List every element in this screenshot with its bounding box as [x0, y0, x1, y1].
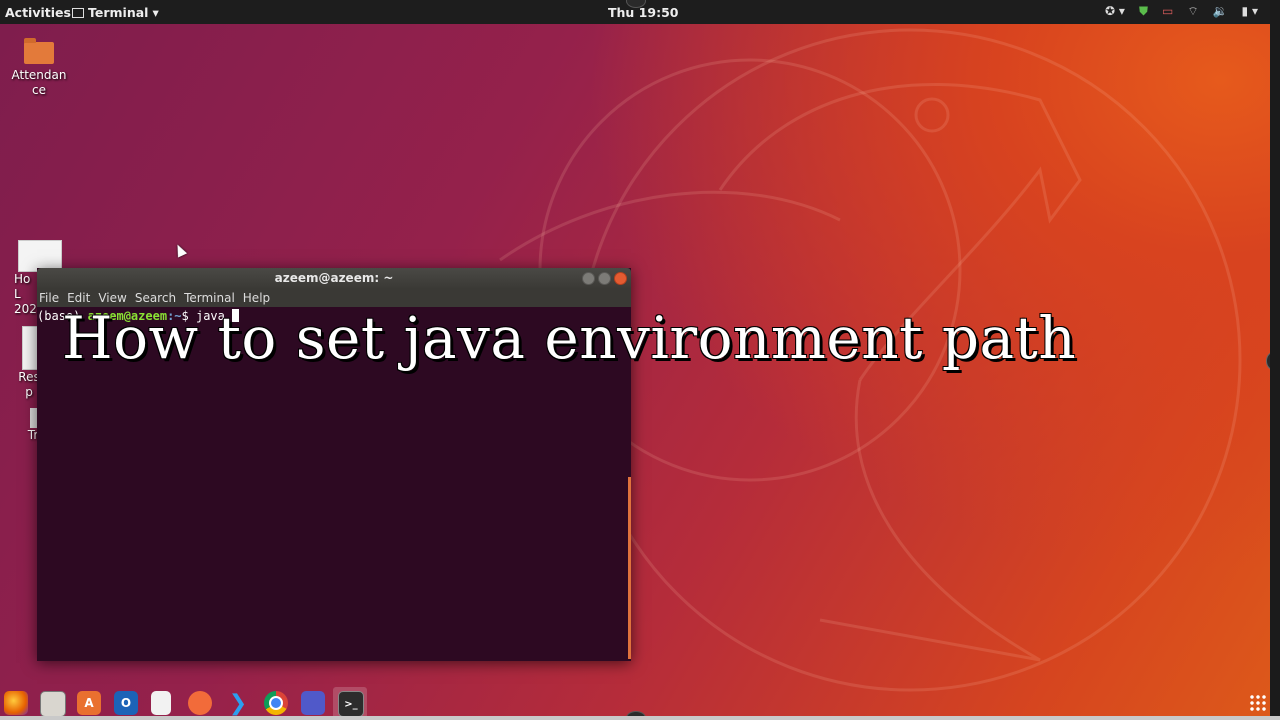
wifi-icon[interactable]: ⌔ — [1187, 4, 1198, 19]
menu-help[interactable]: Help — [243, 291, 270, 305]
document-viewer-icon[interactable] — [151, 691, 171, 715]
chevron-down-icon: ▾ — [152, 5, 159, 20]
terminal-titlebar[interactable]: azeem@azeem: ~ — [37, 268, 631, 288]
firefox-icon[interactable] — [4, 691, 28, 715]
outlook-icon[interactable]: O — [114, 691, 138, 715]
battery-icon[interactable]: ▮ ▾ — [1242, 4, 1258, 19]
postman-icon[interactable] — [188, 691, 212, 715]
volume-icon[interactable]: 🔉 — [1213, 4, 1228, 19]
terminal-app-icon — [72, 7, 84, 18]
maximize-icon[interactable] — [598, 272, 611, 285]
screen-edge — [0, 716, 1280, 720]
menu-file[interactable]: File — [39, 291, 59, 305]
screen-edge — [1270, 0, 1280, 720]
software-center-icon[interactable]: A — [77, 691, 101, 715]
outlook-label: O — [120, 696, 132, 710]
window-controls — [582, 272, 627, 285]
mouse-pointer — [172, 242, 188, 258]
files-icon[interactable] — [40, 691, 66, 717]
document-icon — [22, 326, 38, 370]
desktop-icon-attendance[interactable]: Attendan ce — [8, 38, 70, 98]
system-tray[interactable]: ✪ ▾ ⛊ ▭ ⌔ 🔉 ▮ ▾ — [1105, 4, 1258, 19]
activities-button[interactable]: Activities — [5, 5, 71, 20]
chrome-icon[interactable] — [264, 691, 288, 715]
accessibility-icon[interactable]: ✪ ▾ — [1105, 4, 1125, 19]
scrollbar[interactable] — [628, 477, 631, 659]
menu-edit[interactable]: Edit — [67, 291, 90, 305]
desktop: Activities Terminal ▾ Thu 19:50 ✪ ▾ ⛊ ▭ … — [0, 0, 1280, 720]
shield-icon[interactable]: ⛊ — [1139, 4, 1148, 19]
app-menu[interactable]: Terminal ▾ — [72, 5, 159, 20]
show-applications-icon[interactable] — [1249, 694, 1266, 711]
terminal-icon[interactable]: >_ — [338, 691, 364, 717]
desktop-icon-label: Attendan ce — [11, 68, 67, 97]
video-caption: How to set java environment path — [62, 304, 1077, 372]
close-icon[interactable] — [614, 272, 627, 285]
menu-search[interactable]: Search — [135, 291, 176, 305]
software-center-label: A — [84, 696, 94, 710]
minimize-icon[interactable] — [582, 272, 595, 285]
clock[interactable]: Thu 19:50 — [608, 5, 678, 20]
camera-icon[interactable]: ▭ — [1162, 4, 1173, 19]
folder-icon — [24, 38, 54, 64]
vscode-icon[interactable]: ❯ — [226, 691, 250, 716]
menu-view[interactable]: View — [98, 291, 126, 305]
teams-icon[interactable] — [301, 691, 325, 715]
terminal-dock-label: >_ — [344, 698, 358, 710]
window-title: azeem@azeem: ~ — [274, 271, 394, 285]
menu-terminal[interactable]: Terminal — [184, 291, 235, 305]
app-menu-label: Terminal — [88, 5, 149, 20]
